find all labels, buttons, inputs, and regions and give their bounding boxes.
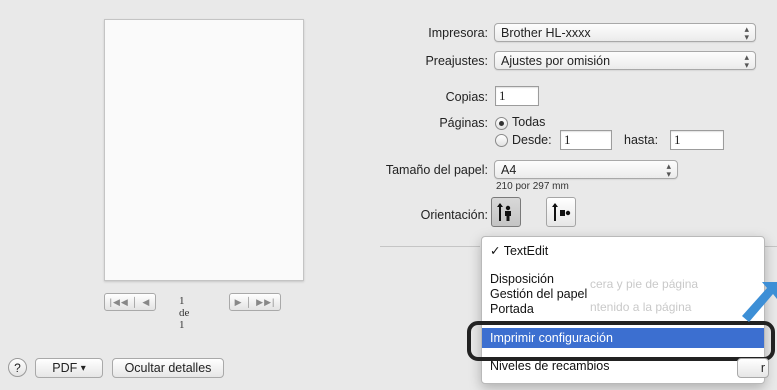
paper-size-value: A4 <box>501 162 517 177</box>
updown-arrows-icon: ▴ ▾ <box>744 52 749 70</box>
help-button[interactable]: ? <box>8 358 27 377</box>
radio-selected-dot <box>499 121 504 126</box>
landscape-orientation-button[interactable] <box>546 197 576 227</box>
pages-to-label: hasta: <box>624 133 659 147</box>
landscape-orientation-icon <box>552 203 571 221</box>
menu-item-textedit[interactable]: ✓ TextEdit <box>490 243 548 258</box>
menu-item-paper-handling[interactable]: Gestión del papel <box>490 287 587 301</box>
menu-item-cover-page[interactable]: Portada <box>490 302 534 316</box>
printer-value: Brother HL-xxxx <box>501 25 591 40</box>
presets-value: Ajustes por omisión <box>501 53 611 68</box>
next-last-page-button[interactable]: ▶ │ ▶▶| <box>229 293 281 311</box>
background-hint-2: ntenido a la página <box>590 300 692 314</box>
hide-details-button[interactable]: Ocultar detalles <box>112 358 224 378</box>
first-previous-glyphs: |◀◀ │ ◀ <box>109 296 151 307</box>
paper-dimensions: 210 por 297 mm <box>496 181 569 192</box>
updown-arrows-icon: ▴ ▾ <box>666 161 671 179</box>
background-hint-1: cera y pie de página <box>590 277 699 291</box>
to-page-field[interactable]: 1 <box>670 130 724 150</box>
paper-size-popup[interactable]: A4 ▴ ▾ <box>494 160 678 179</box>
menu-item-layout[interactable]: Disposición <box>490 272 554 286</box>
copies-label: Copias: <box>445 90 488 104</box>
portrait-orientation-icon <box>497 203 511 221</box>
print-button-label-partial: r <box>760 361 765 375</box>
pages-from-label: Desde: <box>512 133 552 147</box>
printer-label: Impresora: <box>428 26 488 40</box>
section-separator-right <box>763 246 777 247</box>
orientation-label: Orientación: <box>420 208 488 222</box>
menu-item-supply-levels[interactable]: Niveles de recambios <box>490 359 610 373</box>
checkmark-icon: ✓ <box>490 244 501 258</box>
portrait-orientation-button[interactable] <box>491 197 521 227</box>
chevron-down-icon: ▾ <box>80 362 86 374</box>
pages-label: Páginas: <box>439 116 488 130</box>
question-mark-icon: ? <box>14 360 21 375</box>
updown-arrows-icon: ▴ ▾ <box>744 24 749 42</box>
copies-field[interactable]: 1 <box>495 86 539 106</box>
page-count-label: 1 de 1 <box>179 295 190 331</box>
pages-all-label: Todas <box>512 115 546 129</box>
section-separator <box>380 246 480 247</box>
print-options-menu: cera y pie de página ntenido a la página… <box>481 236 765 384</box>
paper-size-label: Tamaño del papel: <box>385 163 488 177</box>
pages-all-radio[interactable] <box>495 117 508 130</box>
pointer-arrow-icon <box>742 282 777 322</box>
pages-from-radio[interactable] <box>495 134 508 147</box>
print-button-partial[interactable]: r <box>737 358 769 378</box>
pdf-label: PDF <box>52 361 78 375</box>
menu-item-label: TextEdit <box>503 244 549 258</box>
from-page-field[interactable]: 1 <box>560 130 612 150</box>
next-last-glyphs: ▶ │ ▶▶| <box>234 296 276 307</box>
pdf-menu-button[interactable]: PDF ▾ <box>35 358 103 378</box>
callout-highlight <box>467 321 775 361</box>
presets-popup[interactable]: Ajustes por omisión ▴ ▾ <box>494 51 756 70</box>
first-previous-page-button[interactable]: |◀◀ │ ◀ <box>104 293 156 311</box>
page-preview <box>104 19 304 281</box>
printer-popup[interactable]: Brother HL-xxxx ▴ ▾ <box>494 23 756 42</box>
presets-label: Preajustes: <box>425 54 488 68</box>
